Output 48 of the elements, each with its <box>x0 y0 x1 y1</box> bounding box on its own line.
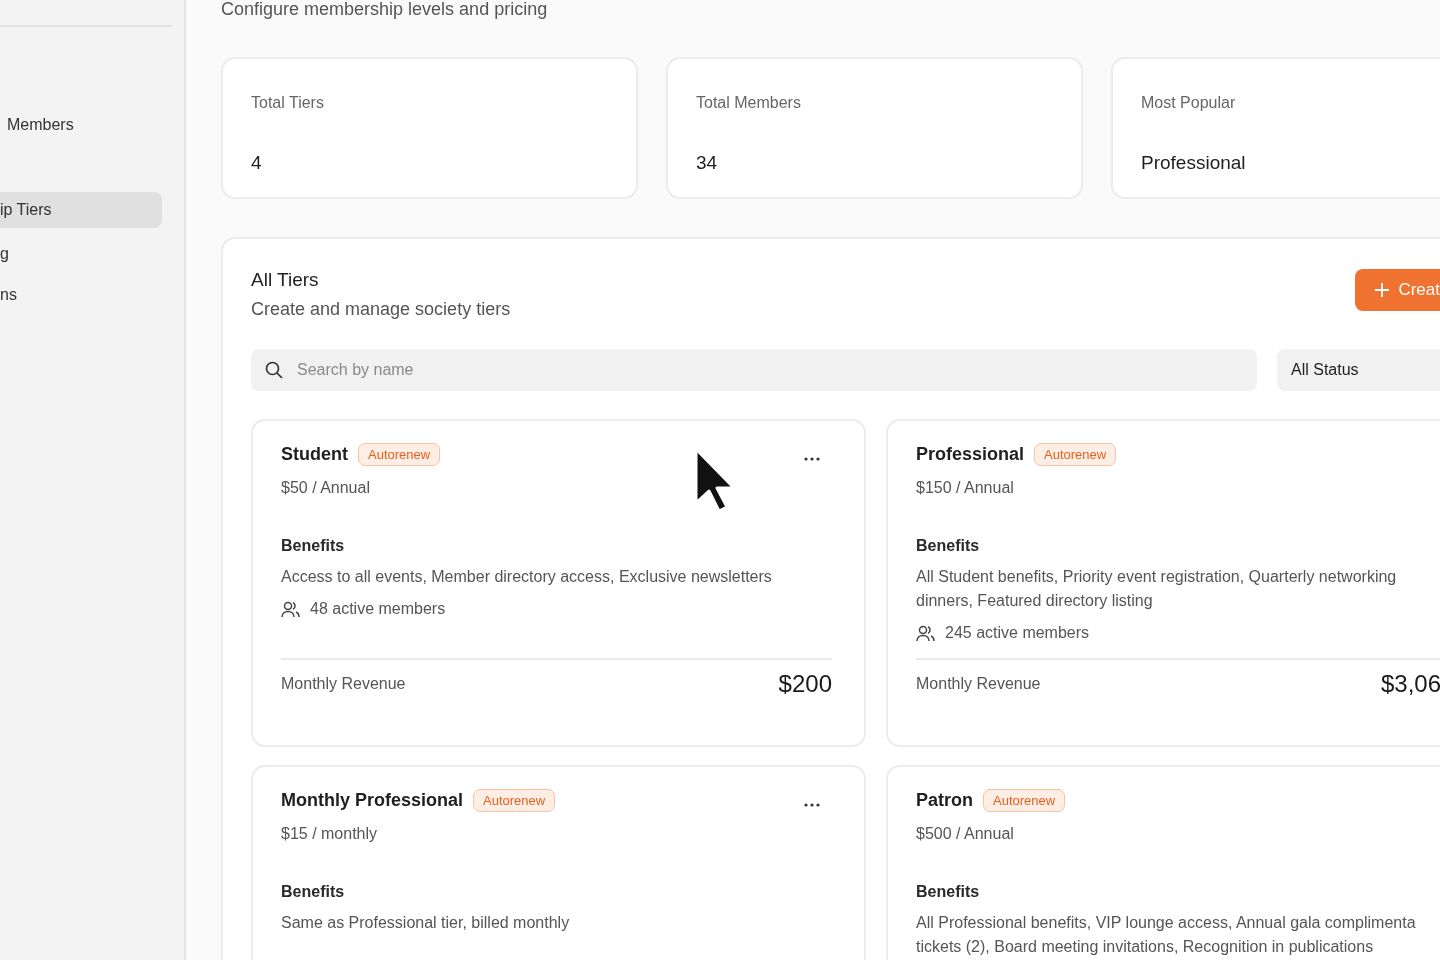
benefits-text: All Student benefits, Priority event registration, Quarterly networking <box>916 567 1398 587</box>
search-field[interactable]: Search by name <box>251 349 1257 391</box>
autorenew-badge: Autorenew <box>983 788 1066 812</box>
sidebar-item[interactable]: ns <box>0 277 162 313</box>
benefits-text: All Professional benefits, VIP lounge access, Annual gala complimenta <box>916 913 1417 933</box>
member-count: 48 active members <box>310 600 446 618</box>
revenue-value: $200 <box>778 670 832 698</box>
revenue-label: Monthly Revenue <box>281 675 406 693</box>
autorenew-badge: Autorenew <box>1034 442 1117 466</box>
tier-price: $150 / Annual <box>916 479 1015 497</box>
tier-name: Monthly Professional <box>281 789 464 811</box>
tier-name: Professional <box>916 443 1025 465</box>
stat-label: Total Members <box>696 94 802 112</box>
stat-value: 4 <box>251 152 263 174</box>
benefits-text: Same as Professional tier, billed monthly <box>281 913 571 933</box>
member-count: 245 active members <box>945 624 1090 642</box>
tier-price: $500 / Annual <box>916 825 1015 843</box>
status-dropdown[interactable]: All Status <box>1277 349 1440 391</box>
revenue-value: $3,06 <box>1380 670 1440 698</box>
sidebar-item[interactable]: ip Tiers <box>0 192 162 228</box>
benefits-text: tickets (2), Board meeting invitations, Recognition in publications <box>916 937 1375 957</box>
sidebar-item[interactable]: Members <box>0 107 162 143</box>
benefits-heading: Benefits <box>916 537 981 555</box>
benefits-text: Access to all events, Member directory access, Exclusive newsletters <box>281 567 773 587</box>
plus-icon <box>1375 283 1390 297</box>
tier-price: $15 / monthly <box>281 825 379 843</box>
more-icon[interactable] <box>804 803 820 807</box>
people-icon <box>916 624 935 642</box>
page-subtitle: Configure membership levels and pricing <box>221 0 549 19</box>
sidebar-item[interactable]: g <box>0 236 162 272</box>
stat-value: 34 <box>696 152 719 174</box>
people-icon <box>281 600 300 618</box>
benefits-text: dinners, Featured directory listing <box>916 591 1154 611</box>
more-icon[interactable] <box>804 457 820 461</box>
panel-title: All Tiers <box>251 269 320 291</box>
tier-name: Patron <box>916 789 973 811</box>
panel-subtitle: Create and manage society tiers <box>251 299 511 320</box>
tier-price: $50 / Annual <box>281 479 371 497</box>
benefits-heading: Benefits <box>916 883 981 901</box>
revenue-label: Monthly Revenue <box>916 675 1041 693</box>
tier-name: Student <box>281 443 348 465</box>
autorenew-badge: Autorenew <box>473 788 556 812</box>
stat-value: Professional <box>1141 152 1247 174</box>
benefits-heading: Benefits <box>281 883 346 901</box>
autorenew-badge: Autorenew <box>358 442 441 466</box>
stat-label: Most Popular <box>1141 94 1237 112</box>
stat-label: Total Tiers <box>251 94 325 112</box>
benefits-heading: Benefits <box>281 537 346 555</box>
